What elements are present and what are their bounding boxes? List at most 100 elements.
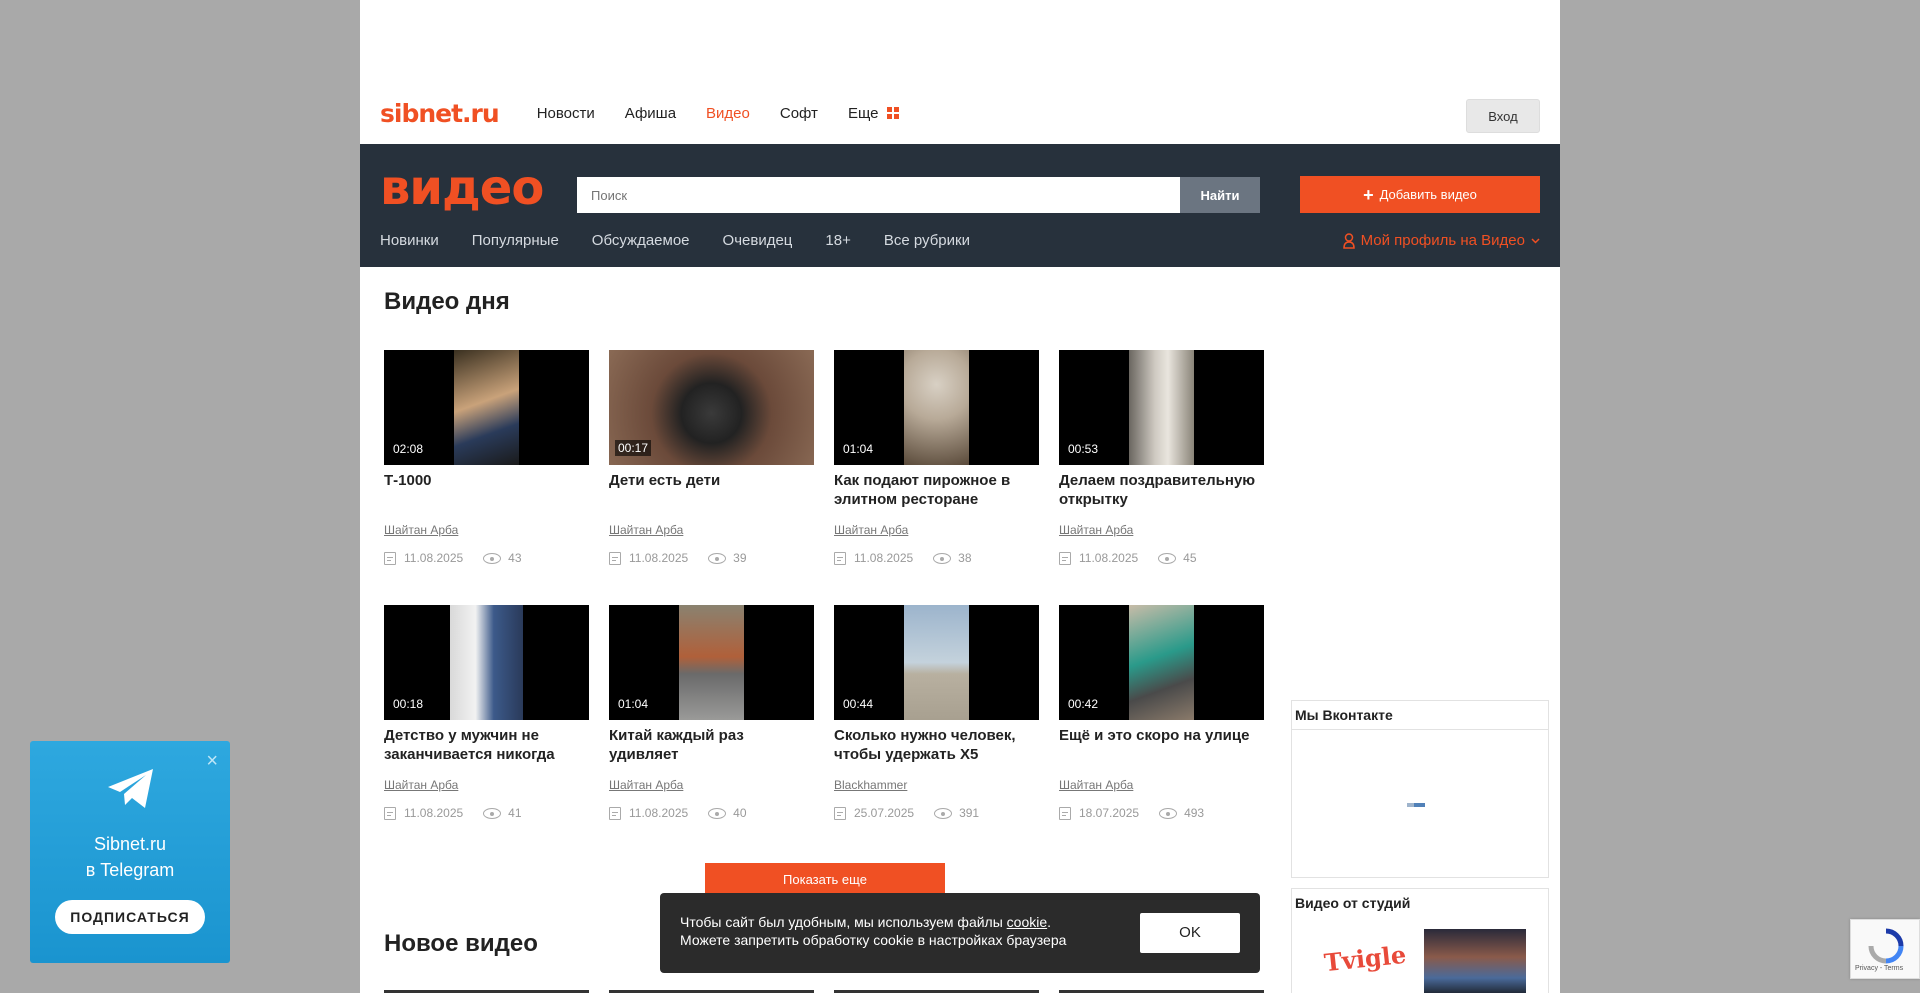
video-views: 43 [508,551,522,565]
page: sibnet.ru Новости Афиша Видео Софт Еще В… [360,0,1560,993]
video-title[interactable]: Дети есть дети [609,471,814,509]
telegram-line1: Sibnet.ru [93,834,167,854]
video-thumbnail[interactable]: 01:04 [609,605,814,720]
video-meta: 11.08.2025 39 [609,551,814,565]
video-duration: 01:04 [843,442,874,456]
subnav-18plus[interactable]: 18+ [825,232,850,249]
subscribe-button[interactable]: ПОДПИСАТЬСЯ [55,900,205,934]
video-meta: 18.07.2025 493 [1059,806,1264,820]
subnav-new[interactable]: Новинки [380,232,439,249]
video-date: 11.08.2025 [1079,551,1139,565]
video-author[interactable]: Шайтан Арба [384,778,589,792]
video-author[interactable]: Шайтан Арба [609,778,814,792]
video-duration: 02:08 [393,442,424,456]
video-title[interactable]: Сколько нужно человек, чтобы удержать Х5 [834,726,1039,764]
video-card[interactable]: 00:44 Сколько нужно человек, чтобы удерж… [834,605,1039,820]
video-title[interactable]: Китай каждый раз удивляет [609,726,814,764]
plus-icon: + [1363,184,1374,205]
video-date: 11.08.2025 [854,551,914,565]
cookie-dot: . [1047,914,1052,930]
loading-indicator [1407,803,1425,807]
nav-afisha[interactable]: Афиша [625,105,676,122]
video-thumbnail[interactable]: 00:17 [609,350,814,465]
subnav-discussed[interactable]: Обсуждаемое [592,232,690,249]
video-card[interactable]: 00:42 Ещё и это скоро на улице Шайтан Ар… [1059,605,1264,820]
subnav-witness[interactable]: Очевидец [723,232,793,249]
studio-thumbnail[interactable] [1424,929,1526,993]
profile-menu[interactable]: Мой профиль на Видео [1342,232,1540,249]
video-author[interactable]: Шайтан Арба [384,523,589,537]
video-duration: 00:53 [1068,442,1099,456]
video-author[interactable]: Шайтан Арба [609,523,814,537]
new-video-heading: Новое видео [384,930,538,957]
video-author[interactable]: Blackhammer [834,778,1039,792]
video-duration: 00:17 [615,440,652,456]
show-more-button[interactable]: Показать еще [705,863,945,896]
video-views: 38 [958,551,972,565]
video-meta: 11.08.2025 41 [384,806,589,820]
user-icon [1342,232,1355,249]
cookie-ok-button[interactable]: OK [1140,913,1240,953]
video-duration: 00:42 [1068,697,1099,711]
search-input[interactable] [577,177,1180,213]
add-video-button[interactable]: + Добавить видео [1300,176,1540,213]
cookie-banner: Чтобы сайт был удобным, мы используем фа… [660,893,1260,973]
close-icon[interactable]: × [206,751,218,771]
video-title[interactable]: Т-1000 [384,471,589,509]
video-views: 493 [1184,806,1205,820]
eye-icon [1159,807,1178,819]
video-title[interactable]: Как подают пирожное в элитном ресторане [834,471,1039,509]
login-button[interactable]: Вход [1466,99,1540,133]
video-author[interactable]: Шайтан Арба [1059,523,1264,537]
video-thumbnail[interactable]: 00:44 [834,605,1039,720]
video-thumbnail[interactable]: 02:08 [384,350,589,465]
nav-news[interactable]: Новости [537,105,595,122]
video-author[interactable]: Шайтан Арба [1059,778,1264,792]
video-meta: 11.08.2025 45 [1059,551,1264,565]
video-card[interactable]: 00:17 Дети есть дети Шайтан Арба 11.08.2… [609,350,814,565]
video-card[interactable]: 00:53 Делаем поздравительную открытку Ша… [1059,350,1264,565]
video-subnav: Новинки Популярные Обсуждаемое Очевидец … [380,232,1003,249]
eye-icon [708,807,727,819]
video-views: 39 [733,551,747,565]
video-views: 40 [733,806,747,820]
subnav-all-categories[interactable]: Все рубрики [884,232,970,249]
nav-more[interactable]: Еще [848,105,900,122]
nav-soft[interactable]: Софт [780,105,818,122]
video-title[interactable]: Делаем поздравительную открытку [1059,471,1264,509]
telegram-line2: в Telegram [85,860,175,880]
nav-video[interactable]: Видео [706,105,750,122]
video-card[interactable]: 01:04 Как подают пирожное в элитном рест… [834,350,1039,565]
video-logo[interactable]: видео [380,164,544,212]
video-card[interactable]: 02:08 Т-1000 Шайтан Арба 11.08.2025 43 [384,350,589,565]
search-button[interactable]: Найти [1180,177,1260,213]
eye-icon [933,552,952,564]
calendar-icon [1059,551,1071,565]
recaptcha-links[interactable]: Privacy - Terms [1855,965,1903,972]
video-thumbnail[interactable]: 01:04 [834,350,1039,465]
tvigle-logo[interactable]: Tvigle [1323,940,1408,977]
video-thumbnail[interactable]: 00:53 [1059,350,1264,465]
video-title[interactable]: Ещё и это скоро на улице [1059,726,1264,764]
calendar-icon [834,551,846,565]
video-thumbnail[interactable]: 00:42 [1059,605,1264,720]
video-date: 25.07.2025 [854,806,915,820]
recaptcha-badge[interactable]: Privacy - Terms [1850,919,1920,979]
top-nav: Новости Афиша Видео Софт Еще [537,105,930,122]
subnav-popular[interactable]: Популярные [472,232,559,249]
video-thumbnail[interactable]: 00:18 [384,605,589,720]
vk-widget: Мы Вконтакте [1291,700,1549,878]
cookie-link[interactable]: cookie [1007,914,1047,930]
telegram-text: Sibnet.ru в Telegram [30,831,230,883]
cookie-text: Чтобы сайт был удобным, мы используем фа… [680,914,1007,930]
sibnet-logo[interactable]: sibnet.ru [380,99,500,128]
video-title[interactable]: Детство у мужчин не заканчивается никогд… [384,726,589,764]
video-card[interactable]: 01:04 Китай каждый раз удивляет Шайтан А… [609,605,814,820]
telegram-popup: × Sibnet.ru в Telegram ПОДПИСАТЬСЯ [30,741,230,963]
video-card[interactable]: 00:18 Детство у мужчин не заканчивается … [384,605,589,820]
video-author[interactable]: Шайтан Арба [834,523,1039,537]
video-date: 18.07.2025 [1079,806,1140,820]
profile-label: Мой профиль на Видео [1360,232,1525,249]
video-header: видео Найти + Добавить видео Новинки Поп… [360,144,1560,267]
calendar-icon [609,551,621,565]
